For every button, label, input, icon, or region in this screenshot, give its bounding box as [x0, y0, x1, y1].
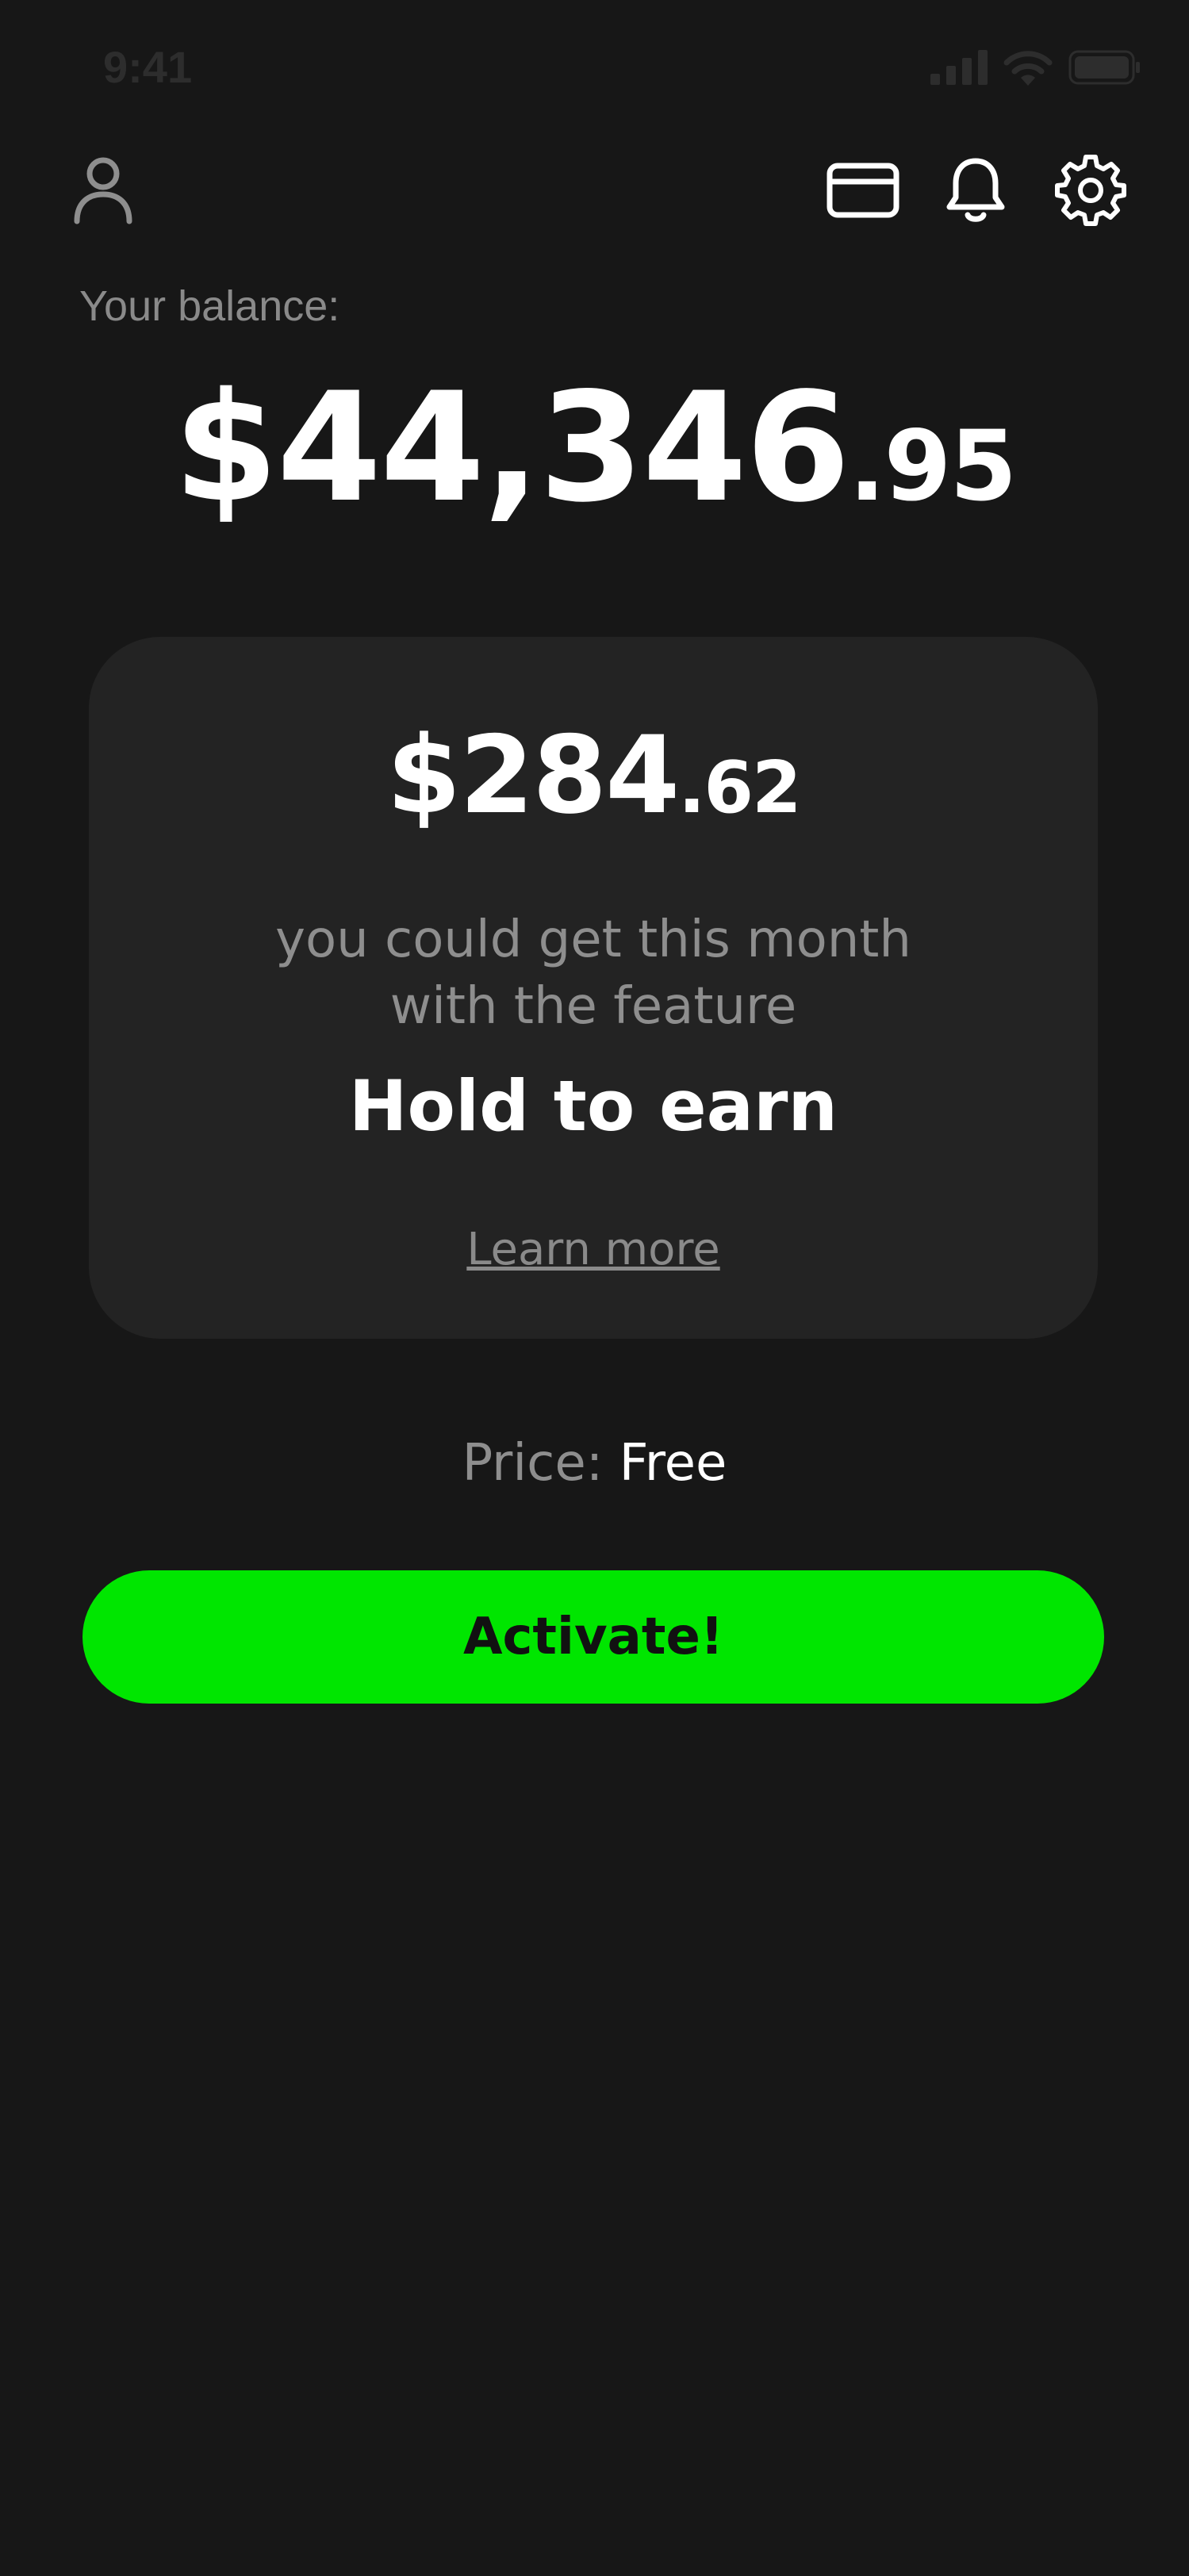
card-icon — [827, 163, 899, 218]
activate-button[interactable]: Activate! — [82, 1570, 1104, 1704]
feature-description: you could get this month with the featur… — [89, 907, 1098, 1040]
balance-label: Your balance: — [79, 282, 340, 330]
feature-name: Hold to earn — [348, 1065, 838, 1147]
notifications-button[interactable] — [940, 151, 1011, 230]
gear-icon — [1055, 155, 1126, 226]
price-line: Price: Free — [0, 1434, 1189, 1493]
battery-icon — [1068, 50, 1141, 88]
settings-button[interactable] — [1051, 151, 1130, 230]
feature-card: $284.62 you could get this month with th… — [89, 637, 1098, 1339]
earnings-whole: $284 — [386, 713, 680, 838]
cards-button[interactable] — [821, 155, 904, 226]
status-icons — [930, 49, 1141, 89]
profile-button[interactable] — [63, 151, 143, 230]
balance-cents: .95 — [849, 410, 1017, 523]
description-line-2: with the feature — [389, 977, 797, 1036]
balance-whole: $44,346 — [173, 360, 850, 535]
earnings-cents: .62 — [678, 746, 801, 830]
signal-icon — [930, 50, 988, 88]
price-value: Free — [619, 1434, 727, 1493]
description-line-1: you could get this month — [275, 910, 911, 969]
balance-amount: $44,346.95 — [0, 373, 1189, 523]
learn-more-link[interactable]: Learn more — [89, 1224, 1098, 1275]
status-time: 9:41 — [103, 42, 193, 92]
status-bar: 9:41 — [0, 0, 1189, 143]
bell-icon — [946, 158, 1005, 222]
price-label: Price: — [462, 1434, 604, 1493]
wifi-icon — [1003, 49, 1053, 89]
profile-icon — [74, 157, 132, 224]
potential-earnings: $284.62 — [89, 722, 1098, 829]
